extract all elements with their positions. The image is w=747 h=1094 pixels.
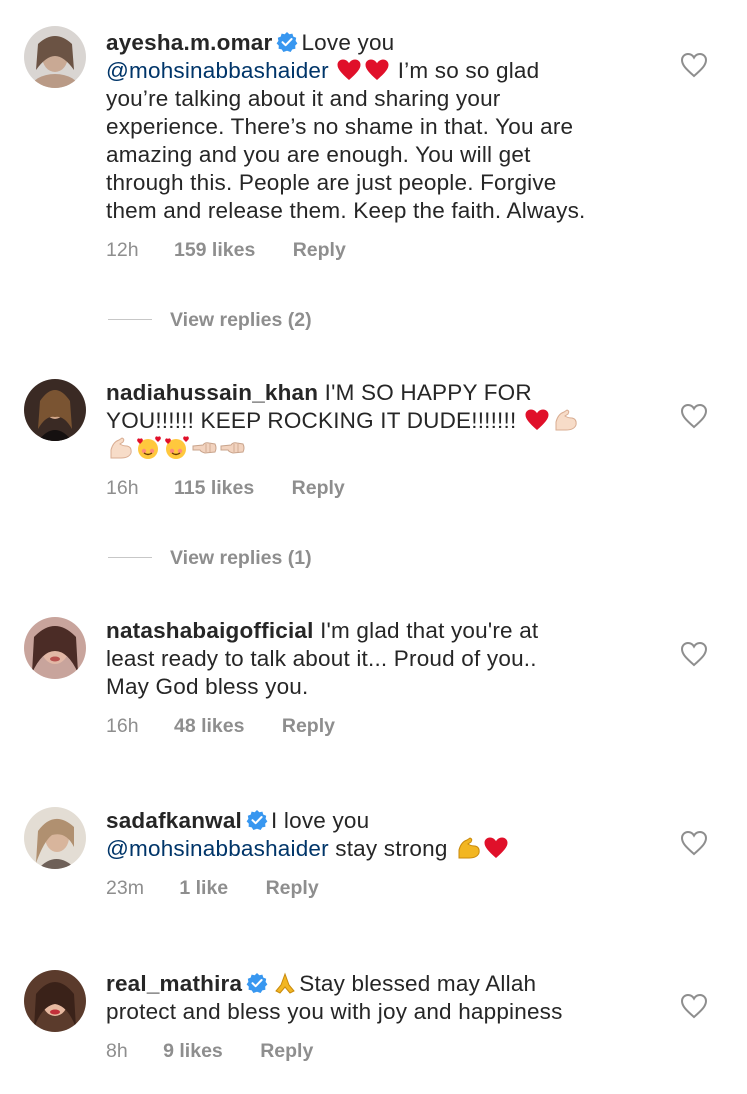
heart-emoji-icon — [364, 58, 390, 82]
view-replies-divider — [108, 318, 152, 320]
smiling-hearts-emoji-icon — [163, 436, 189, 460]
comment-text-segment: stay strong — [335, 836, 454, 861]
comment-text: sadafkanwal I love you @mohsinabbashaider … — [106, 807, 646, 863]
heart-emoji-icon — [483, 836, 509, 860]
reply-button[interactable]: Reply — [293, 239, 346, 262]
heart-outline-icon[interactable] — [680, 403, 708, 429]
heart-emoji-icon — [336, 58, 362, 82]
comment-text-segment: experience. There’s no shame in that. Yo… — [106, 114, 574, 139]
comment-text-segment: through this. People are just people. Fo… — [106, 170, 557, 195]
comment-meta: 12h 159 likes Reply — [106, 239, 346, 262]
pray-emoji-icon — [272, 971, 298, 995]
comment-text-segment: them and release them. Keep the faith. A… — [106, 198, 586, 223]
comment-time: 12h — [106, 239, 139, 261]
comment-text-segment: I’m so so glad — [391, 58, 540, 83]
comment-text-segment: amazing and you are enough. You will get — [106, 142, 531, 167]
comment-time: 8h — [106, 1040, 128, 1062]
comment-text-segment: I'm glad that you're at — [320, 618, 539, 643]
comment-time: 16h — [106, 715, 139, 737]
view-replies-divider — [108, 556, 152, 558]
reply-button[interactable]: Reply — [266, 877, 319, 900]
username-link[interactable]: ayesha.m.omar — [106, 30, 272, 55]
likes-count-button[interactable]: 9 likes — [163, 1040, 223, 1063]
comment-text-segment: I'M SO HAPPY FOR — [324, 380, 532, 405]
username-link[interactable]: sadafkanwal — [106, 808, 242, 833]
comment-text: ayesha.m.omar Love you @mohsinabbashaider … — [106, 29, 646, 225]
comment-text-segment: YOU!!!!!! KEEP ROCKING IT DUDE!!!!!!! — [106, 408, 523, 433]
comment-meta: 16h 115 likes Reply — [106, 477, 345, 500]
username-link[interactable]: nadiahussain_khan — [106, 380, 318, 405]
comment-text-segment: May God bless you. — [106, 674, 309, 699]
mention-link[interactable]: @mohsinabbashaider — [106, 58, 329, 83]
likes-count-button[interactable]: 159 likes — [174, 239, 255, 262]
muscle-emoji-icon — [455, 836, 481, 860]
avatar[interactable] — [24, 617, 86, 679]
username-link[interactable]: natashabaigofficial — [106, 618, 314, 643]
fist-left-emoji-icon — [191, 436, 217, 460]
verified-badge-icon — [246, 972, 268, 994]
comment-text-segment: I love you — [271, 808, 370, 833]
view-replies-label: View replies (2) — [170, 309, 312, 331]
comment-text: natashabaigofficial I'm glad that you're… — [106, 617, 646, 701]
comment-text-segment: Love you — [301, 30, 395, 55]
comment-meta: 23m 1 like Reply — [106, 877, 319, 900]
comment-time: 16h — [106, 477, 139, 499]
heart-outline-icon[interactable] — [680, 52, 708, 78]
heart-outline-icon[interactable] — [680, 641, 708, 667]
reply-button[interactable]: Reply — [282, 715, 335, 738]
verified-badge-icon — [276, 31, 298, 53]
likes-count-button[interactable]: 1 like — [179, 877, 228, 900]
likes-count-button[interactable]: 115 likes — [174, 477, 254, 500]
avatar[interactable] — [24, 970, 86, 1032]
comment-meta: 8h 9 likes Reply — [106, 1040, 313, 1063]
likes-count-button[interactable]: 48 likes — [174, 715, 244, 738]
reply-button[interactable]: Reply — [260, 1040, 313, 1063]
heart-outline-icon[interactable] — [680, 993, 708, 1019]
heart-emoji-icon — [524, 408, 550, 432]
mention-link[interactable]: @mohsinabbashaider — [106, 836, 329, 861]
fist-left-emoji-icon — [219, 436, 245, 460]
view-replies-button[interactable]: View replies (2) — [108, 309, 312, 332]
avatar[interactable] — [24, 26, 86, 88]
comment-text-segment: least ready to talk about it... Proud of… — [106, 646, 537, 671]
username-link[interactable]: real_mathira — [106, 971, 242, 996]
view-replies-label: View replies (1) — [170, 547, 312, 569]
heart-outline-icon[interactable] — [680, 830, 708, 856]
comment-text-segment: Stay blessed may Allah — [299, 971, 537, 996]
comment-text: real_mathira Stay blessed may Allah protec… — [106, 970, 646, 1026]
comment-text-segment: protect and bless you with joy and happi… — [106, 999, 563, 1024]
avatar[interactable] — [24, 379, 86, 441]
comment-meta: 16h 48 likes Reply — [106, 715, 335, 738]
comment-time: 23m — [106, 877, 144, 899]
comment-text: nadiahussain_khan I'M SO HAPPY FOR YOU!!!… — [106, 379, 646, 463]
muscle-light-emoji-icon — [107, 436, 133, 460]
comment-text-segment: you’re talking about it and sharing your — [106, 86, 501, 111]
view-replies-button[interactable]: View replies (1) — [108, 547, 312, 570]
reply-button[interactable]: Reply — [292, 477, 345, 500]
avatar[interactable] — [24, 807, 86, 869]
muscle-light-emoji-icon — [552, 408, 578, 432]
smiling-hearts-emoji-icon — [135, 436, 161, 460]
verified-badge-icon — [246, 809, 268, 831]
